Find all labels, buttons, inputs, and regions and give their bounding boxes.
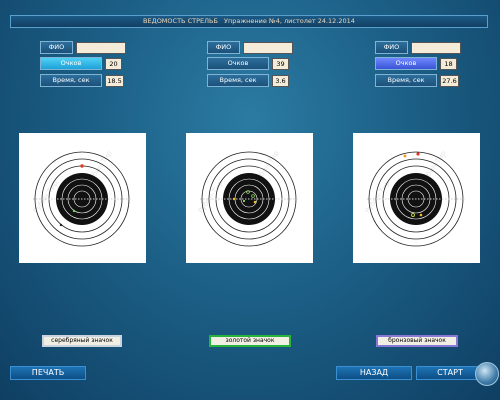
target-1 bbox=[33, 151, 131, 247]
shot-mark bbox=[242, 199, 246, 203]
report-subtitle: Упражнение №4, листолет 24.12.2014 bbox=[224, 17, 355, 25]
target-3 bbox=[367, 151, 465, 247]
time-label-1[interactable]: Время, сек bbox=[40, 74, 102, 87]
target-2 bbox=[200, 151, 298, 247]
fio-label-2[interactable]: ФИО bbox=[207, 41, 240, 54]
points-value-3: 18 bbox=[440, 58, 457, 70]
time-value-3: 27.6 bbox=[440, 75, 459, 87]
shot-mark bbox=[403, 154, 407, 158]
shot-mark bbox=[72, 209, 76, 213]
time-label-2[interactable]: Время, сек bbox=[207, 74, 269, 87]
shot-mark bbox=[253, 200, 257, 204]
shot-mark bbox=[59, 223, 63, 227]
target-panel-1: Рубин-Тир Рубин-Тир bbox=[19, 133, 146, 263]
badge-bronze: бронзовый значок bbox=[376, 335, 458, 347]
time-value-2: 3.6 bbox=[272, 75, 289, 87]
report-title-bar: ВЕДОМОСТЬ СТРЕЛЬБ Упражнение №4, листоле… bbox=[10, 15, 488, 28]
time-value-1: 18.5 bbox=[105, 75, 124, 87]
fio-field-1[interactable] bbox=[76, 42, 126, 54]
shot-mark bbox=[419, 213, 423, 217]
points-value-2: 39 bbox=[272, 58, 289, 70]
points-label-1[interactable]: Очков bbox=[40, 57, 102, 70]
target-panel-3: Рубин-Тир Рубин-Тир bbox=[353, 133, 480, 263]
fio-label-3[interactable]: ФИО bbox=[375, 41, 408, 54]
app-logo-icon bbox=[475, 362, 499, 386]
time-label-3[interactable]: Время, сек bbox=[375, 74, 437, 87]
back-button[interactable]: НАЗАД bbox=[336, 366, 412, 380]
fio-field-2[interactable] bbox=[243, 42, 293, 54]
report-title: ВЕДОМОСТЬ СТРЕЛЬБ bbox=[143, 17, 218, 25]
points-label-2[interactable]: Очков bbox=[207, 57, 269, 70]
points-value-1: 20 bbox=[105, 58, 122, 70]
start-button[interactable]: СТАРТ bbox=[416, 366, 484, 380]
target-panel-2: Рубин-Тир Рубин-Тир bbox=[186, 133, 313, 263]
badge-gold: золотой значок bbox=[209, 335, 291, 347]
badge-silver: серебряный значок bbox=[42, 335, 122, 347]
fio-field-3[interactable] bbox=[411, 42, 461, 54]
print-button[interactable]: ПЕЧАТЬ bbox=[10, 366, 86, 380]
fio-label-1[interactable]: ФИО bbox=[40, 41, 73, 54]
shot-mark bbox=[416, 152, 420, 156]
shot-mark bbox=[232, 197, 236, 201]
points-label-3[interactable]: Очков bbox=[375, 57, 437, 70]
shot-mark bbox=[80, 164, 84, 168]
